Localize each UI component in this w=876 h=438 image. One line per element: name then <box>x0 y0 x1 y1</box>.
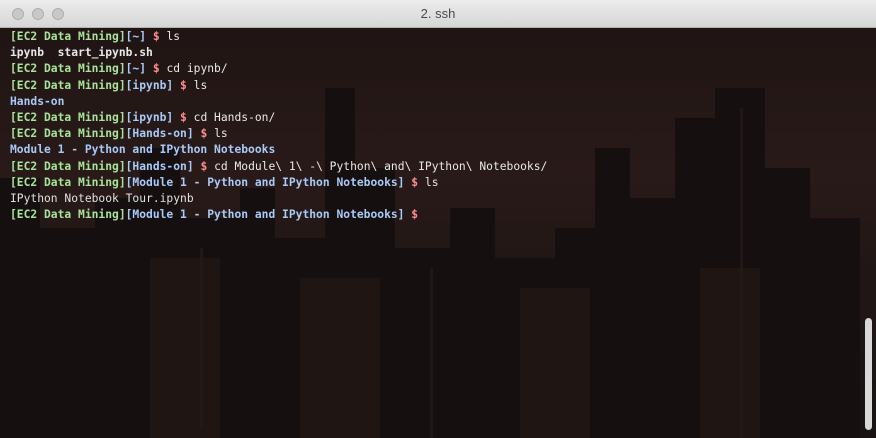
title-bar[interactable]: 2. ssh <box>0 0 876 28</box>
terminal-area[interactable]: [EC2 Data Mining][~] $ ls ipynb start_ipy… <box>0 28 876 438</box>
prompt-host: [EC2 Data Mining] <box>10 30 126 43</box>
command-text: cd ipynb/ <box>166 62 228 76</box>
output-text: Module 1 - Python and IPython Notebooks <box>10 143 276 157</box>
prompt-symbol: $ <box>193 159 208 173</box>
prompt-directory: [~] <box>125 62 147 76</box>
prompt-line: [EC2 Data Mining][~] $ ls <box>10 29 852 45</box>
command-text: cd Module\ 1\ -\ Python\ and\ IPython\ N… <box>214 159 548 173</box>
prompt-symbol: $ <box>173 110 187 124</box>
window-title: 2. ssh <box>420 6 456 21</box>
prompt-line: [EC2 Data Mining][Hands-on] $ cd Module\… <box>10 159 852 175</box>
prompt-directory: [~] <box>125 30 147 43</box>
prompt-line: [EC2 Data Mining][Hands-on] $ ls <box>10 126 852 142</box>
prompt-directory: [Hands-on] <box>125 127 194 141</box>
prompt-directory: [Hands-on] <box>125 159 194 173</box>
output-text: IPython Notebook Tour.ipynb <box>10 191 194 205</box>
prompt-symbol: $ <box>146 30 160 43</box>
prompt-line: [EC2 Data Mining][Module 1 - Python and … <box>10 175 852 191</box>
prompt-directory: [Module 1 - Python and IPython Notebooks… <box>125 208 405 222</box>
prompt-host: [EC2 Data Mining] <box>10 78 126 92</box>
prompt-host: [EC2 Data Mining] <box>10 175 126 189</box>
prompt-host: [EC2 Data Mining] <box>10 62 126 76</box>
prompt-directory: [ipynb] <box>125 110 174 124</box>
command-text: ls <box>166 30 181 43</box>
terminal-window: 2. ssh [EC2 Data Mining][~] $ ls ipynb s… <box>0 0 876 438</box>
prompt-host: [EC2 Data Mining] <box>10 127 126 141</box>
command-text: ls <box>193 78 208 92</box>
output-line: Module 1 - Python and IPython Notebooks <box>10 142 852 158</box>
prompt-symbol: $ <box>173 78 187 92</box>
prompt-host: [EC2 Data Mining] <box>10 208 126 222</box>
terminal-output: [EC2 Data Mining][~] $ ls ipynb start_ipy… <box>10 29 852 223</box>
scrollbar[interactable] <box>858 28 876 438</box>
prompt-line: [EC2 Data Mining][ipynb] $ ls <box>10 78 852 94</box>
prompt-directory: [ipynb] <box>125 78 174 92</box>
prompt-line: [EC2 Data Mining][~] $ cd ipynb/ <box>10 61 852 77</box>
prompt-line: [EC2 Data Mining][Module 1 - Python and … <box>10 207 852 223</box>
output-line: Hands-on <box>10 94 852 110</box>
prompt-host: [EC2 Data Mining] <box>10 159 126 173</box>
prompt-symbol: $ <box>193 127 208 141</box>
prompt-symbol: $ <box>404 208 419 222</box>
output-line: ipynb start_ipynb.sh <box>10 45 852 61</box>
command-text: cd Hands-on/ <box>193 110 276 124</box>
prompt-line: [EC2 Data Mining][ipynb] $ cd Hands-on/ <box>10 110 852 126</box>
output-text: Hands-on <box>10 94 65 108</box>
prompt-symbol: $ <box>146 62 160 76</box>
command-text: ls <box>424 175 439 189</box>
prompt-symbol: $ <box>404 175 419 189</box>
prompt-directory: [Module 1 - Python and IPython Notebooks… <box>125 175 405 189</box>
prompt-host: [EC2 Data Mining] <box>10 110 126 124</box>
command-text: ls <box>214 127 228 141</box>
output-line: IPython Notebook Tour.ipynb <box>10 191 852 207</box>
scrollbar-thumb[interactable] <box>865 318 872 430</box>
output-text: ipynb start_ipynb.sh <box>10 46 153 60</box>
